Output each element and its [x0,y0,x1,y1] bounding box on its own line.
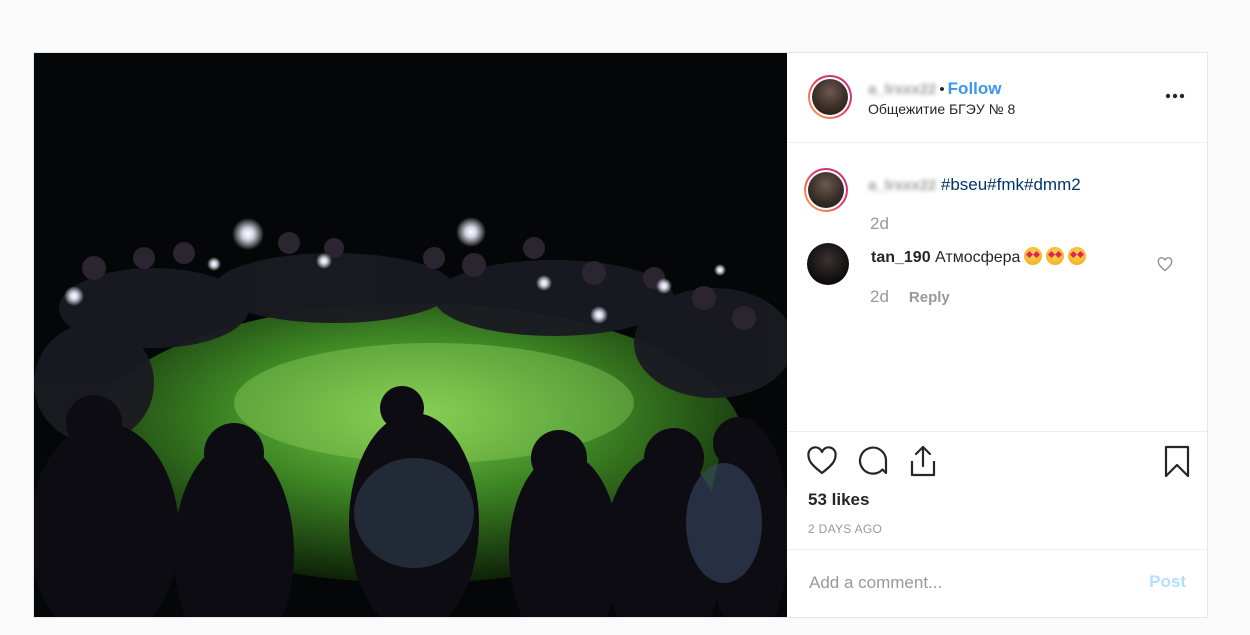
more-options-icon[interactable] [1165,86,1185,104]
author-line: a_lrxxx22 • Follow [868,79,1002,99]
bookmark-icon [1164,445,1190,478]
comment-like-icon[interactable] [1157,257,1173,277]
comment-input[interactable] [807,570,1131,596]
caption-username[interactable]: a_lrxxx22 [868,177,936,194]
comment-text: Атмосфера [935,249,1021,266]
add-comment-section: Post [787,549,1207,618]
post-photo[interactable] [34,53,787,617]
heart-eyes-emoji [1068,247,1087,265]
separator-dot: • [939,81,945,98]
reply-button[interactable]: Reply [909,289,950,306]
like-button[interactable] [806,446,838,481]
caption-avatar[interactable] [804,168,848,212]
avatar-image [808,172,844,208]
more-horizontal-icon [1165,93,1185,99]
comment-username[interactable]: tan_190 [871,249,931,266]
follow-button[interactable]: Follow [948,79,1002,98]
post-side-panel: a_lrxxx22 • Follow Общежитие БГЭУ № 8 a_lr… [787,53,1207,617]
save-button[interactable] [1163,445,1191,484]
heart-icon [1157,257,1173,272]
post-timestamp[interactable]: 2 DAYS AGO [808,522,882,536]
heart-eyes-emoji [1046,247,1065,265]
post-comment-button[interactable]: Post [1149,572,1186,592]
share-button[interactable] [907,444,939,483]
caption-time: 2d [870,214,889,233]
post-actions: 53 likes 2 DAYS AGO [787,431,1207,550]
comment-icon [858,446,888,475]
comment-item: tan_190 Атмосфера [871,247,1087,267]
caption-hashtags[interactable]: #bseu#fmk#dmm2 [941,175,1081,194]
author-avatar[interactable] [808,75,852,119]
caption: a_lrxxx22 #bseu#fmk#dmm2 [868,175,1081,195]
heart-eyes-emoji [1024,247,1043,265]
comments-list: a_lrxxx22 #bseu#fmk#dmm2 2d tan_190 Атмо… [787,143,1207,431]
comment-meta: 2d Reply [870,287,950,307]
share-icon [910,445,936,477]
post-card: a_lrxxx22 • Follow Общежитие БГЭУ № 8 a_lr… [33,52,1208,618]
night-gathering-photo [34,53,787,617]
likes-count[interactable]: 53 likes [808,490,869,510]
location-link[interactable]: Общежитие БГЭУ № 8 [868,101,1015,117]
comment-button[interactable] [858,446,890,483]
post-header: a_lrxxx22 • Follow Общежитие БГЭУ № 8 [787,53,1207,143]
heart-icon [807,446,837,475]
commenter-avatar[interactable] [807,243,849,285]
comment-time: 2d [870,287,889,306]
avatar-image [812,79,848,115]
author-username[interactable]: a_lrxxx22 [868,81,936,98]
